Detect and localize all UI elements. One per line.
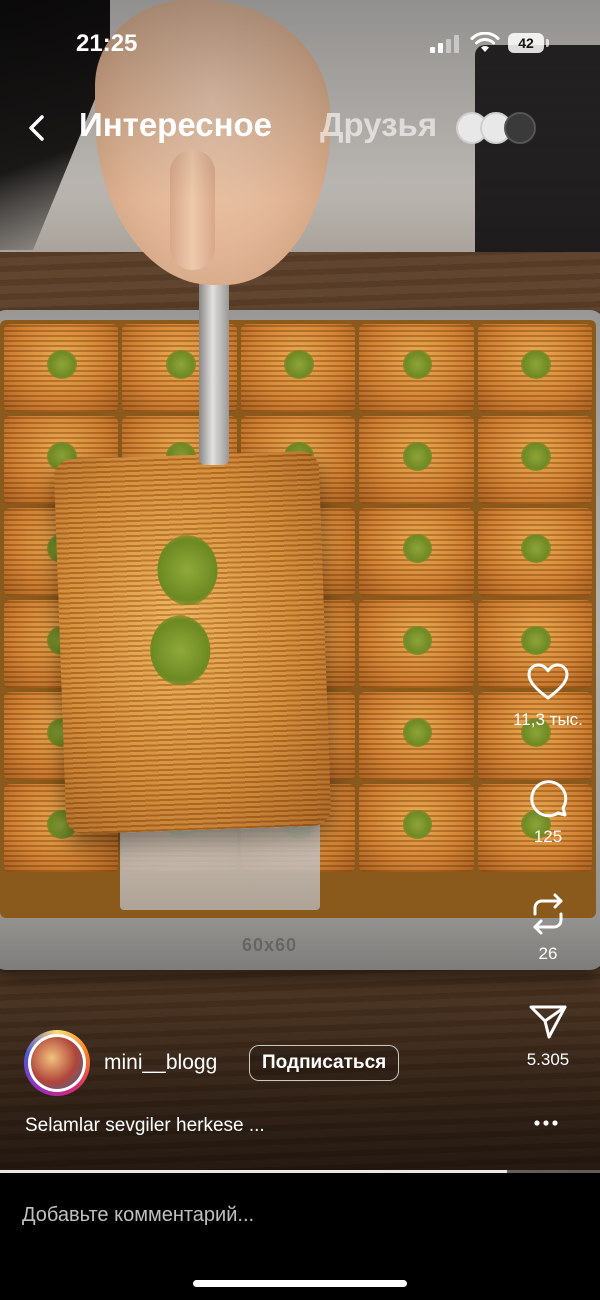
comment-input[interactable]: Добавьте комментарий... [22, 1204, 254, 1227]
comment-count: 125 [533, 827, 563, 846]
like-button[interactable]: 11,3 тыс. [500, 662, 596, 730]
status-bar: 21:25 42 [0, 0, 600, 90]
feed-header: Интересное Друзья [0, 100, 600, 156]
tab-friends[interactable]: Друзья [320, 106, 437, 144]
author-row: mini__blogg Подписаться [24, 1030, 504, 1096]
share-button[interactable]: 5.305 [500, 1002, 596, 1070]
more-dots-icon[interactable] [526, 1108, 566, 1138]
repost-count: 26 [538, 944, 558, 963]
share-count: 5.305 [526, 1050, 570, 1069]
home-indicator [193, 1280, 407, 1287]
battery-icon: 42 [508, 33, 549, 53]
author-avatar-image [31, 1037, 83, 1089]
post-caption[interactable]: Selamlar sevgiler herkese ... [25, 1115, 265, 1137]
paper-plane-icon [529, 1005, 567, 1039]
author-username[interactable]: mini__blogg [104, 1051, 217, 1075]
friends-avatars-stack[interactable] [456, 112, 536, 144]
comment-button[interactable]: 125 [500, 777, 596, 847]
heart-icon [527, 663, 569, 700]
tab-explore[interactable]: Интересное [79, 106, 272, 144]
follow-button[interactable]: Подписаться [249, 1045, 400, 1081]
video-lifted-baklava-piece [53, 450, 332, 835]
battery-level: 42 [518, 35, 534, 51]
cellular-signal-icon [430, 35, 459, 53]
like-count: 11,3 тыс. [513, 710, 583, 729]
friend-avatar-icon [504, 112, 536, 144]
wifi-icon [470, 32, 500, 52]
status-time: 21:25 [76, 30, 138, 57]
comment-bar: Добавьте комментарий... [0, 1173, 600, 1300]
author-avatar[interactable] [24, 1030, 90, 1096]
comment-bubble-icon [530, 780, 568, 818]
chevron-left-icon[interactable] [20, 108, 56, 148]
video-player[interactable]: 60x60 [0, 0, 600, 1175]
repost-icon [533, 893, 563, 935]
repost-button[interactable]: 26 [500, 892, 596, 964]
reel-viewer-screen: 60x60 21:25 42 Интересное [0, 0, 600, 1300]
